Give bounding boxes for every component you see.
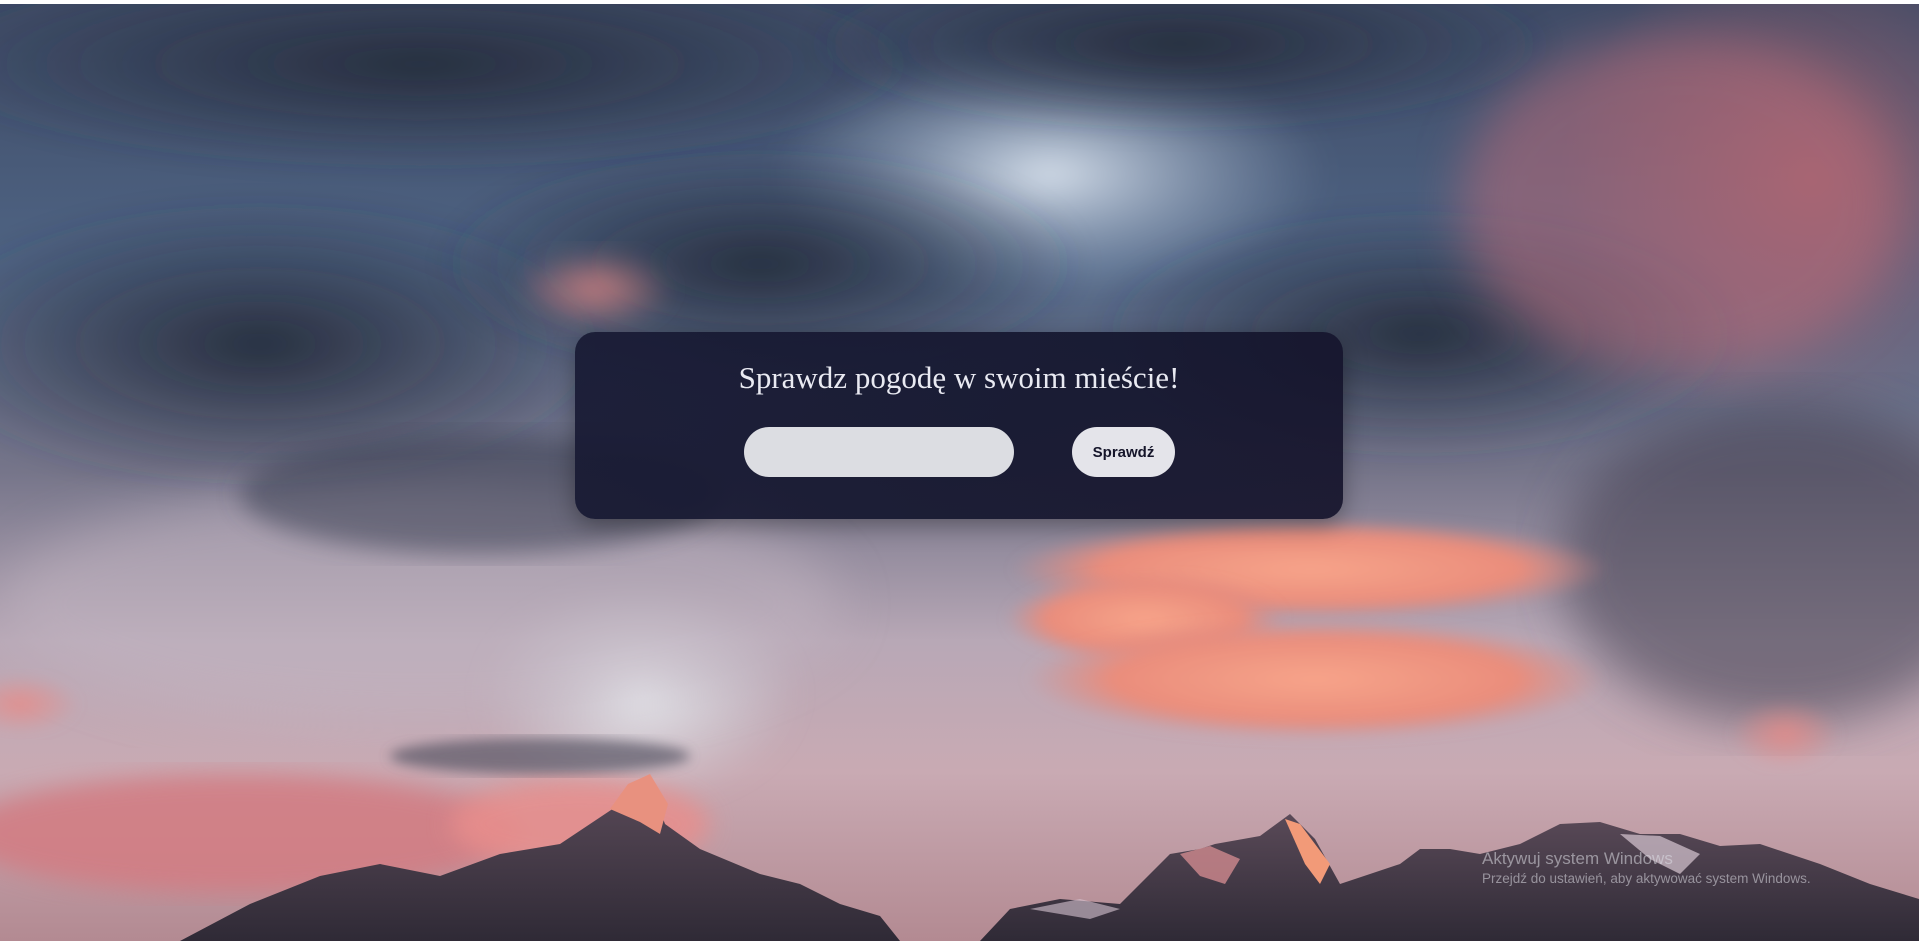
city-input[interactable] [744,427,1014,477]
panel-title: Sprawdz pogodę w swoim mieście! [738,360,1180,395]
windows-activation-watermark: Aktywuj system Windows Przejdź do ustawi… [1482,848,1811,888]
watermark-subtitle: Przejdź do ustawień, aby aktywować syste… [1482,871,1811,887]
check-weather-button[interactable]: Sprawdź [1072,427,1175,477]
watermark-title: Aktywuj system Windows [1482,849,1673,868]
weather-search-panel: Sprawdz pogodę w swoim mieście! Sprawdź [575,332,1343,519]
